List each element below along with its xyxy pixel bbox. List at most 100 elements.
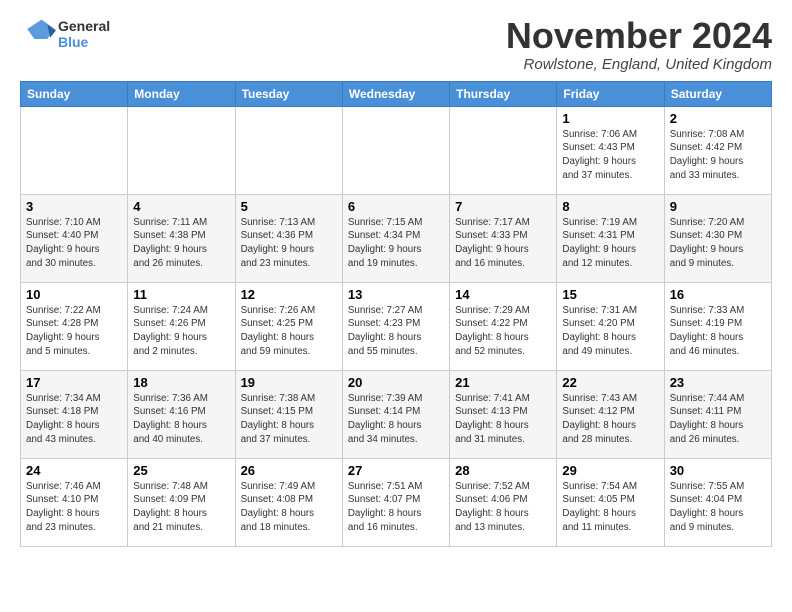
calendar-cell-4-3: 27 Sunrise: 7:51 AM Sunset: 4:07 PM Dayli…	[342, 458, 449, 546]
calendar-cell-0-0	[21, 106, 128, 194]
calendar-cell-0-3	[342, 106, 449, 194]
day-number: 20	[348, 375, 444, 390]
day-number: 1	[562, 111, 658, 126]
day-info: Sunrise: 7:36 AM Sunset: 4:16 PM Dayligh…	[133, 392, 229, 447]
calendar-cell-1-0: 3 Sunrise: 7:10 AM Sunset: 4:40 PM Daylig…	[21, 194, 128, 282]
day-number: 23	[670, 375, 766, 390]
day-info: Sunrise: 7:17 AM Sunset: 4:33 PM Dayligh…	[455, 216, 551, 271]
calendar-cell-3-0: 17Sunrise: 7:34 AM Sunset: 4:18 PM Dayli…	[21, 370, 128, 458]
title-area: November 2024 Rowlstone, England, United…	[506, 16, 772, 73]
day-info: Sunrise: 7:11 AM Sunset: 4:38 PM Dayligh…	[133, 216, 229, 271]
day-info: Sunrise: 7:49 AM Sunset: 4:08 PM Dayligh…	[241, 480, 337, 535]
calendar-week-2: 3 Sunrise: 7:10 AM Sunset: 4:40 PM Daylig…	[21, 194, 772, 282]
calendar-cell-0-4	[450, 106, 557, 194]
day-number: 6	[348, 199, 444, 214]
col-tuesday: Tuesday	[235, 81, 342, 106]
calendar-cell-2-2: 12 Sunrise: 7:26 AM Sunset: 4:25 PM Dayli…	[235, 282, 342, 370]
day-number: 30	[670, 463, 766, 478]
day-number: 19	[241, 375, 337, 390]
calendar-week-3: 10 Sunrise: 7:22 AM Sunset: 4:28 PM Dayli…	[21, 282, 772, 370]
calendar-week-1: 1 Sunrise: 7:06 AM Sunset: 4:43 PM Daylig…	[21, 106, 772, 194]
day-number: 7	[455, 199, 551, 214]
calendar-cell-3-5: 22 Sunrise: 7:43 AM Sunset: 4:12 PM Dayli…	[557, 370, 664, 458]
day-number: 12	[241, 287, 337, 302]
day-number: 14	[455, 287, 551, 302]
calendar-cell-3-4: 21Sunrise: 7:41 AM Sunset: 4:13 PM Dayli…	[450, 370, 557, 458]
day-info: Sunrise: 7:13 AM Sunset: 4:36 PM Dayligh…	[241, 216, 337, 271]
calendar-cell-2-4: 14 Sunrise: 7:29 AM Sunset: 4:22 PM Dayli…	[450, 282, 557, 370]
calendar-cell-4-1: 25 Sunrise: 7:48 AM Sunset: 4:09 PM Dayli…	[128, 458, 235, 546]
calendar-cell-4-0: 24Sunrise: 7:46 AM Sunset: 4:10 PM Dayli…	[21, 458, 128, 546]
logo-text: General Blue	[58, 18, 110, 50]
day-info: Sunrise: 7:55 AM Sunset: 4:04 PM Dayligh…	[670, 480, 766, 535]
day-info: Sunrise: 7:08 AM Sunset: 4:42 PM Dayligh…	[670, 128, 766, 183]
day-number: 13	[348, 287, 444, 302]
calendar-cell-0-2	[235, 106, 342, 194]
day-info: Sunrise: 7:31 AM Sunset: 4:20 PM Dayligh…	[562, 304, 658, 359]
day-info: Sunrise: 7:52 AM Sunset: 4:06 PM Dayligh…	[455, 480, 551, 535]
day-number: 15	[562, 287, 658, 302]
day-info: Sunrise: 7:27 AM Sunset: 4:23 PM Dayligh…	[348, 304, 444, 359]
day-number: 27	[348, 463, 444, 478]
day-info: Sunrise: 7:43 AM Sunset: 4:12 PM Dayligh…	[562, 392, 658, 447]
col-monday: Monday	[128, 81, 235, 106]
logo: General Blue	[20, 16, 110, 52]
day-number: 25	[133, 463, 229, 478]
day-info: Sunrise: 7:44 AM Sunset: 4:11 PM Dayligh…	[670, 392, 766, 447]
calendar-cell-3-2: 19 Sunrise: 7:38 AM Sunset: 4:15 PM Dayli…	[235, 370, 342, 458]
day-info: Sunrise: 7:29 AM Sunset: 4:22 PM Dayligh…	[455, 304, 551, 359]
day-number: 5	[241, 199, 337, 214]
calendar-header-row: Sunday Monday Tuesday Wednesday Thursday…	[21, 81, 772, 106]
calendar-cell-0-5: 1 Sunrise: 7:06 AM Sunset: 4:43 PM Daylig…	[557, 106, 664, 194]
day-info: Sunrise: 7:38 AM Sunset: 4:15 PM Dayligh…	[241, 392, 337, 447]
day-info: Sunrise: 7:48 AM Sunset: 4:09 PM Dayligh…	[133, 480, 229, 535]
calendar-cell-1-4: 7 Sunrise: 7:17 AM Sunset: 4:33 PM Daylig…	[450, 194, 557, 282]
day-number: 18	[133, 375, 229, 390]
day-info: Sunrise: 7:06 AM Sunset: 4:43 PM Dayligh…	[562, 128, 658, 183]
day-info: Sunrise: 7:51 AM Sunset: 4:07 PM Dayligh…	[348, 480, 444, 535]
day-number: 24	[26, 463, 122, 478]
month-title: November 2024	[506, 16, 772, 56]
calendar-cell-1-5: 8Sunrise: 7:19 AM Sunset: 4:31 PM Daylig…	[557, 194, 664, 282]
day-number: 10	[26, 287, 122, 302]
calendar-cell-1-2: 5 Sunrise: 7:13 AM Sunset: 4:36 PM Daylig…	[235, 194, 342, 282]
day-number: 29	[562, 463, 658, 478]
calendar-cell-0-6: 2Sunrise: 7:08 AM Sunset: 4:42 PM Daylig…	[664, 106, 771, 194]
page: General Blue November 2024 Rowlstone, En…	[0, 0, 792, 557]
calendar-cell-4-6: 30 Sunrise: 7:55 AM Sunset: 4:04 PM Dayli…	[664, 458, 771, 546]
calendar-table: Sunday Monday Tuesday Wednesday Thursday…	[20, 81, 772, 547]
calendar-cell-2-3: 13 Sunrise: 7:27 AM Sunset: 4:23 PM Dayli…	[342, 282, 449, 370]
day-info: Sunrise: 7:26 AM Sunset: 4:25 PM Dayligh…	[241, 304, 337, 359]
calendar-cell-2-0: 10 Sunrise: 7:22 AM Sunset: 4:28 PM Dayli…	[21, 282, 128, 370]
day-info: Sunrise: 7:39 AM Sunset: 4:14 PM Dayligh…	[348, 392, 444, 447]
calendar-cell-4-2: 26 Sunrise: 7:49 AM Sunset: 4:08 PM Dayli…	[235, 458, 342, 546]
day-info: Sunrise: 7:22 AM Sunset: 4:28 PM Dayligh…	[26, 304, 122, 359]
calendar-cell-2-5: 15 Sunrise: 7:31 AM Sunset: 4:20 PM Dayli…	[557, 282, 664, 370]
day-info: Sunrise: 7:24 AM Sunset: 4:26 PM Dayligh…	[133, 304, 229, 359]
calendar-cell-2-1: 11Sunrise: 7:24 AM Sunset: 4:26 PM Dayli…	[128, 282, 235, 370]
day-number: 26	[241, 463, 337, 478]
col-saturday: Saturday	[664, 81, 771, 106]
header: General Blue November 2024 Rowlstone, En…	[20, 16, 772, 73]
day-number: 8	[562, 199, 658, 214]
day-number: 3	[26, 199, 122, 214]
day-info: Sunrise: 7:41 AM Sunset: 4:13 PM Dayligh…	[455, 392, 551, 447]
day-info: Sunrise: 7:54 AM Sunset: 4:05 PM Dayligh…	[562, 480, 658, 535]
day-number: 22	[562, 375, 658, 390]
calendar-cell-0-1	[128, 106, 235, 194]
day-info: Sunrise: 7:15 AM Sunset: 4:34 PM Dayligh…	[348, 216, 444, 271]
day-number: 28	[455, 463, 551, 478]
day-info: Sunrise: 7:34 AM Sunset: 4:18 PM Dayligh…	[26, 392, 122, 447]
col-sunday: Sunday	[21, 81, 128, 106]
location: Rowlstone, England, United Kingdom	[506, 56, 772, 73]
calendar-cell-3-3: 20 Sunrise: 7:39 AM Sunset: 4:14 PM Dayli…	[342, 370, 449, 458]
calendar-cell-1-1: 4Sunrise: 7:11 AM Sunset: 4:38 PM Daylig…	[128, 194, 235, 282]
day-info: Sunrise: 7:10 AM Sunset: 4:40 PM Dayligh…	[26, 216, 122, 271]
day-info: Sunrise: 7:33 AM Sunset: 4:19 PM Dayligh…	[670, 304, 766, 359]
logo-graphic: General Blue	[20, 16, 110, 52]
logo-svg	[20, 16, 56, 52]
day-info: Sunrise: 7:20 AM Sunset: 4:30 PM Dayligh…	[670, 216, 766, 271]
col-thursday: Thursday	[450, 81, 557, 106]
calendar-cell-3-6: 23 Sunrise: 7:44 AM Sunset: 4:11 PM Dayli…	[664, 370, 771, 458]
calendar-week-5: 24Sunrise: 7:46 AM Sunset: 4:10 PM Dayli…	[21, 458, 772, 546]
